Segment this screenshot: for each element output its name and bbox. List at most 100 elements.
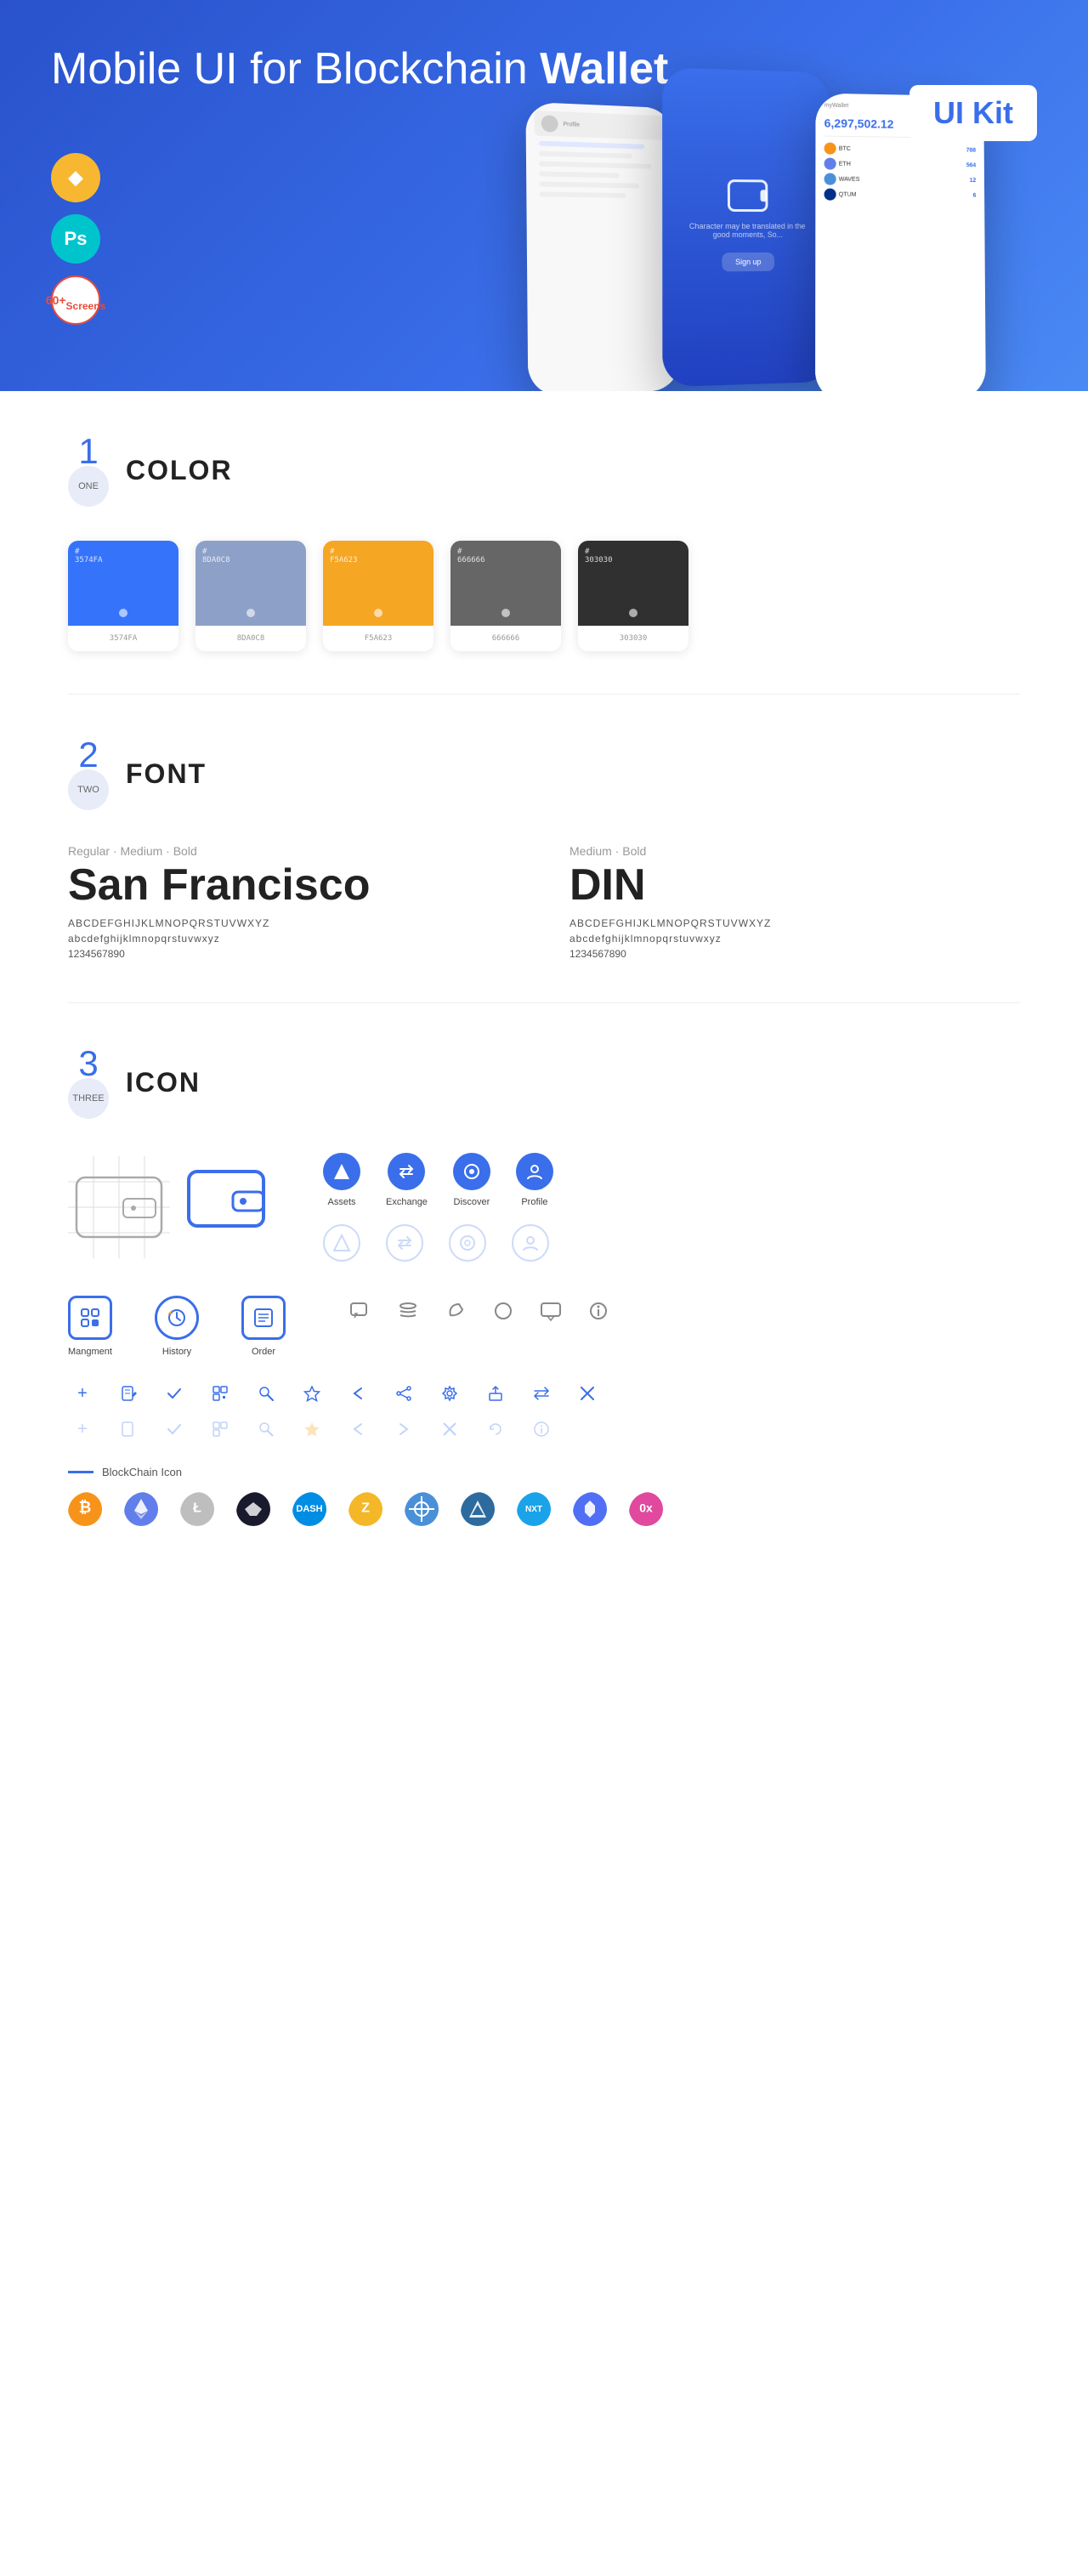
wireframe-wallet-large: [68, 1156, 170, 1258]
swatch-label-area: 8DA0C8: [196, 626, 306, 651]
crypto-ardr-icon: [461, 1492, 502, 1533]
history-icon: [155, 1296, 199, 1340]
screens-badge: 60+Screens: [51, 275, 100, 325]
check-ghost-icon: [163, 1418, 185, 1440]
share-icon: [393, 1382, 415, 1404]
phone-center: Character may be translated in thegood m…: [662, 67, 833, 387]
crypto-nxt-icon: NXT: [517, 1492, 558, 1533]
blockchain-line: [68, 1471, 94, 1473]
profile-icon: [516, 1153, 553, 1190]
crypto-band-icon: [573, 1492, 614, 1533]
hero-section: Mobile UI for Blockchain Wallet UI Kit ◆…: [0, 0, 1088, 391]
svg-text:NXT: NXT: [525, 1505, 542, 1514]
refresh-ghost-icon: [484, 1418, 507, 1440]
order-icon-item: Order: [241, 1296, 286, 1357]
section1-number: 1 ONE: [68, 434, 109, 507]
filled-wallet-icon: [187, 1165, 272, 1250]
x-ghost-icon: [439, 1418, 461, 1440]
ui-kit-badge: UI Kit: [910, 85, 1037, 141]
qr-icon: [209, 1382, 231, 1404]
color-swatch: #F5A623 F5A623: [323, 541, 434, 651]
crypto-zec-icon: Z: [348, 1492, 389, 1533]
color-swatch: #303030 303030: [578, 541, 688, 651]
blockchain-header: BlockChain Icon: [68, 1466, 1020, 1478]
section2-number: 2 TWO: [68, 737, 109, 810]
mangment-icon: [68, 1296, 112, 1340]
swap-icon: [530, 1382, 552, 1404]
icon-section: 3 THREE ICON: [0, 1003, 1088, 1575]
swatch-label-area: 666666: [450, 626, 561, 651]
nav-icons-group: Assets Exchange Discover: [323, 1153, 553, 1262]
crypto-wings-icon: [236, 1492, 277, 1533]
swatch-dot: [374, 609, 382, 617]
color-section: 1 ONE COLOR #3574FA 3574FA #8DA0C8 8DA0C…: [0, 391, 1088, 694]
phone-left: Profile: [525, 102, 680, 391]
circle-icon: [488, 1296, 518, 1326]
svg-text:Ł: Ł: [193, 1501, 201, 1516]
back-ghost-icon: [347, 1418, 369, 1440]
search-ghost-icon: [255, 1418, 277, 1440]
check-icon: [163, 1382, 185, 1404]
crypto-icons-row: ₿ Ł DASH Z NXT 0x: [68, 1492, 1020, 1533]
search-icon: [255, 1382, 277, 1404]
assets-icon: [323, 1153, 360, 1190]
exchange-ghost-icon: [386, 1224, 423, 1262]
crypto-eth-icon: [124, 1492, 165, 1533]
svg-text:DASH: DASH: [296, 1504, 322, 1514]
swatch-dot: [246, 609, 255, 617]
svg-text:0x: 0x: [639, 1501, 653, 1514]
font-section: 2 TWO FONT Regular · Medium · Bold San F…: [0, 695, 1088, 1002]
tool-icons-active-row: +: [68, 1382, 1020, 1404]
star-filled-ghost-icon: [301, 1418, 323, 1440]
mangment-icon-item: Mangment: [68, 1296, 112, 1357]
info-icon: [583, 1296, 614, 1326]
back-icon: [347, 1382, 369, 1404]
crypto-zrx-icon: 0x: [629, 1492, 670, 1533]
assets-icon-item: Assets: [323, 1153, 360, 1207]
speech-bubble-icon: [536, 1296, 566, 1326]
section1-header: 1 ONE COLOR: [68, 434, 1020, 507]
export-icon: [484, 1382, 507, 1404]
star-icon: [301, 1382, 323, 1404]
discover-ghost-icon: [449, 1224, 486, 1262]
font-grid: Regular · Medium · Bold San Francisco AB…: [68, 844, 1020, 960]
section3-number: 3 THREE: [68, 1046, 109, 1119]
svg-text:Z: Z: [361, 1501, 370, 1516]
hero-badges: ◆ Ps 60+Screens: [51, 153, 100, 325]
swatch-label-area: F5A623: [323, 626, 434, 651]
swatch-label-area: 303030: [578, 626, 688, 651]
section2-header: 2 TWO FONT: [68, 737, 1020, 810]
color-swatch: #3574FA 3574FA: [68, 541, 178, 651]
section3-header: 3 THREE ICON: [68, 1046, 1020, 1119]
swatch-dot: [119, 609, 128, 617]
utility-icons-row: [345, 1296, 614, 1326]
ps-badge: Ps: [51, 214, 100, 264]
font-item: Regular · Medium · Bold San Francisco AB…: [68, 844, 518, 960]
crypto-btc-icon: ₿: [68, 1492, 109, 1533]
info-ghost-icon: [530, 1418, 552, 1440]
crypto-dash-icon: DASH: [292, 1492, 333, 1533]
font-item: Medium · Bold DIN ABCDEFGHIJKLMNOPQRSTUV…: [570, 844, 1020, 960]
qr-ghost-icon: [209, 1418, 231, 1440]
doc-ghost-icon: [117, 1418, 139, 1440]
history-icon-item: History: [155, 1296, 199, 1357]
forward-ghost-icon: [393, 1418, 415, 1440]
wireframe-icons-row: Assets Exchange Discover: [68, 1153, 1020, 1262]
swatch-label-area: 3574FA: [68, 626, 178, 651]
sketch-badge: ◆: [51, 153, 100, 202]
assets-ghost-icon: [323, 1224, 360, 1262]
tool-icons-ghost-row: +: [68, 1418, 1020, 1440]
color-swatch: #8DA0C8 8DA0C8: [196, 541, 306, 651]
exchange-icon-item: Exchange: [386, 1153, 428, 1207]
plus-icon: +: [71, 1382, 94, 1404]
order-icon: [241, 1296, 286, 1340]
app-icons-row: Mangment History Order: [68, 1296, 1020, 1357]
plus-ghost-icon: +: [71, 1418, 94, 1440]
profile-icon-item: Profile: [516, 1153, 553, 1207]
swatch-dot: [629, 609, 638, 617]
close-icon: [576, 1382, 598, 1404]
color-swatches: #3574FA 3574FA #8DA0C8 8DA0C8 #F5A623 F5…: [68, 541, 1020, 651]
chat-icon: [345, 1296, 376, 1326]
crypto-ltc-icon: Ł: [180, 1492, 221, 1533]
moon-icon: [440, 1296, 471, 1326]
